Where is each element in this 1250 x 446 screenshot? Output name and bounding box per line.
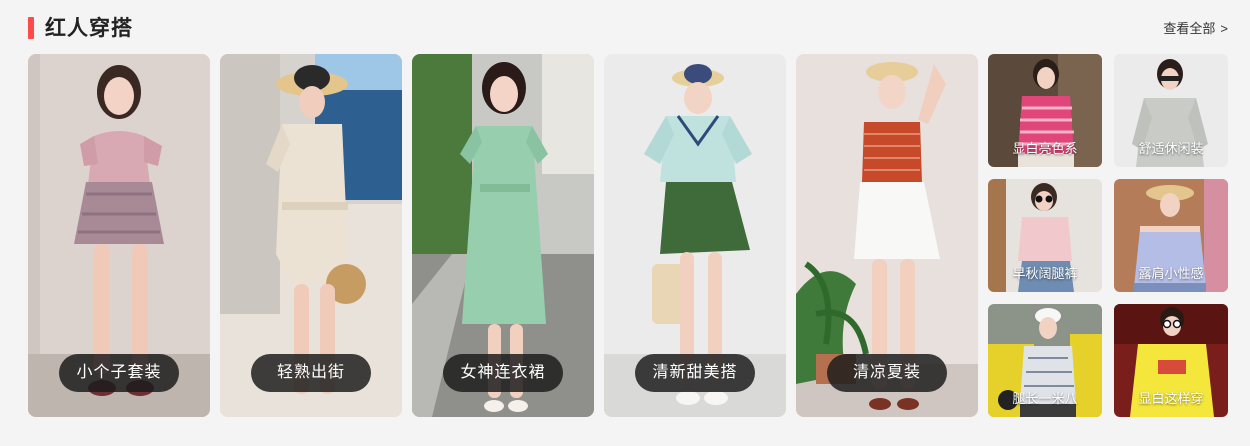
outfit-tile[interactable]: 露肩小性感 [1114, 179, 1228, 292]
section-header: 红人穿搭 查看全部 > [28, 16, 1228, 42]
chevron-right-icon: > [1220, 21, 1228, 36]
outfit-card[interactable]: 清新甜美搭 [604, 54, 786, 417]
tile-label: 早秋阔腿裤 [1012, 266, 1078, 281]
outfit-card[interactable]: 女神连衣裙 [412, 54, 594, 417]
outfit-tile[interactable]: 早秋阔腿裤 [988, 179, 1102, 292]
title-accent-bar [28, 17, 34, 39]
outfit-card[interactable]: 小个子套装 [28, 54, 210, 417]
section-title: 红人穿搭 [45, 17, 133, 40]
card-label: 清凉夏装 [827, 354, 947, 392]
tile-label: 腿长一米八 [1012, 391, 1078, 406]
outfit-tile[interactable]: 显白这样穿 [1114, 304, 1228, 417]
card-label: 小个子套装 [59, 354, 179, 392]
card-label: 轻熟出街 [251, 354, 371, 392]
view-all-link[interactable]: 查看全部 > [1163, 20, 1228, 38]
tile-label: 露肩小性感 [1138, 266, 1204, 281]
card-label: 清新甜美搭 [635, 354, 755, 392]
outfit-tile[interactable]: 舒适休闲装 [1114, 54, 1228, 167]
outfit-card[interactable]: 清凉夏装 [796, 54, 978, 417]
tile-label: 显白这样穿 [1138, 391, 1204, 406]
card-label: 女神连衣裙 [443, 354, 563, 392]
outfit-card[interactable]: 轻熟出街 [220, 54, 402, 417]
outfit-tile[interactable]: 显白亮色系 [988, 54, 1102, 167]
tile-label: 显白亮色系 [1012, 141, 1078, 156]
outfit-tile[interactable]: 腿长一米八 [988, 304, 1102, 417]
view-all-label: 查看全部 [1163, 21, 1216, 36]
tile-label: 舒适休闲装 [1138, 141, 1204, 156]
